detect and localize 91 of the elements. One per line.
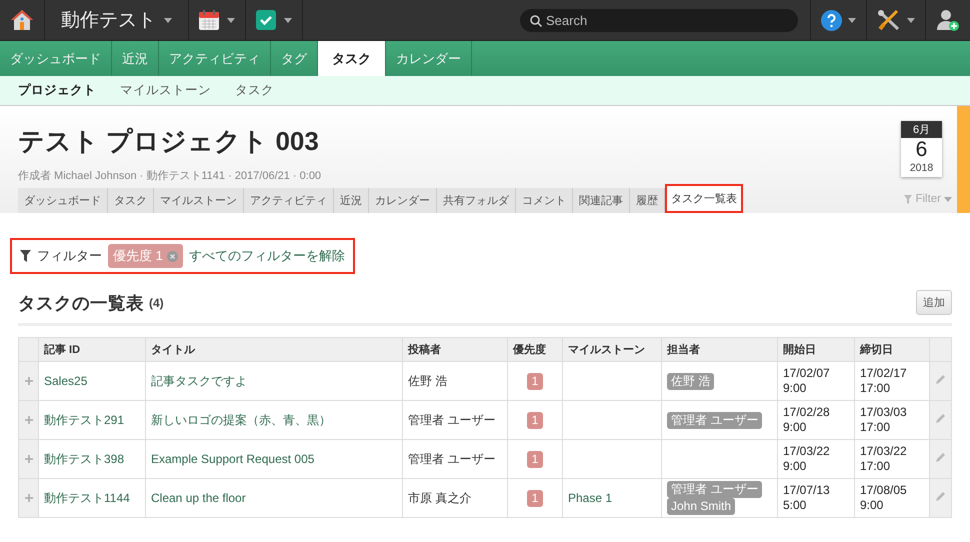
add-user-icon[interactable] — [936, 8, 960, 32]
sub-nav-link[interactable]: マイルストーン — [120, 82, 211, 99]
priority-badge: 1 — [526, 372, 544, 390]
start-date-text: 17/07/13 — [783, 483, 831, 498]
start-date-text: 17/02/28 — [783, 405, 831, 420]
milestone-link[interactable]: Phase 1 — [568, 490, 612, 504]
pencil-icon[interactable] — [935, 374, 946, 384]
calendar-icon[interactable] — [199, 10, 219, 30]
start-date-text: 9:00 — [783, 459, 808, 474]
assignee-tag: John Smith — [667, 498, 736, 515]
nav-tab[interactable]: タスク — [318, 41, 386, 76]
project-tab[interactable]: マイルストーン — [154, 188, 244, 213]
pencil-icon[interactable] — [935, 412, 946, 424]
add-button[interactable]: 追加 — [916, 290, 952, 315]
priority-badge: 1 — [526, 490, 544, 506]
caret-icon — [227, 18, 235, 22]
column-header: マイルストーン — [562, 338, 662, 362]
due-date-text: 17:00 — [860, 381, 892, 396]
checkbox-icon[interactable] — [256, 10, 276, 30]
caret-icon — [164, 18, 172, 22]
search-icon — [530, 14, 542, 26]
date-day: 6 — [901, 138, 942, 162]
plus-icon[interactable] — [24, 494, 32, 502]
caret-icon — [848, 18, 856, 22]
column-header: 優先度 — [508, 338, 562, 362]
sub-nav-link[interactable]: プロジェクト — [18, 82, 96, 99]
search-field[interactable]: Search — [520, 8, 798, 32]
tools-icon[interactable] — [877, 9, 901, 31]
project-tab[interactable]: 履歴 — [630, 188, 665, 213]
task-title-link[interactable]: 記事タスクですよ — [151, 374, 247, 388]
plus-icon[interactable] — [24, 416, 32, 424]
start-date-text: 17/03/22 — [783, 444, 831, 459]
due-date-text: 17/03/22 — [860, 444, 908, 459]
due-date-text: 9:00 — [860, 498, 884, 513]
filter-label: フィルター — [37, 247, 102, 265]
column-header: 開始日 — [778, 338, 854, 362]
column-header: 記事 ID — [38, 338, 146, 362]
project-title: テスト プロジェクト 003 — [18, 125, 319, 158]
due-date-text: 17/03/03 — [860, 405, 908, 420]
project-tab[interactable]: タスク一覧表 — [665, 184, 743, 213]
plus-icon[interactable] — [24, 454, 32, 462]
caret-icon — [284, 18, 292, 22]
funnel-icon — [904, 194, 912, 204]
project-tab[interactable]: コメント — [516, 188, 573, 213]
help-icon[interactable] — [821, 10, 842, 30]
poster-name: 管理者 ユーザー — [408, 412, 496, 426]
project-tab[interactable]: アクティビティ — [244, 188, 334, 213]
priority-badge: 1 — [526, 450, 544, 468]
column-header: 投稿者 — [402, 338, 508, 362]
column-header: 締切日 — [854, 338, 930, 362]
poster-name: 市原 真之介 — [408, 490, 472, 504]
date-year: 2018 — [908, 162, 934, 176]
pencil-icon[interactable] — [935, 452, 946, 462]
clear-filters-link[interactable]: すべてのフィルターを解除 — [188, 247, 345, 265]
caret-icon — [907, 18, 915, 22]
article-id-link[interactable]: Sales25 — [44, 374, 88, 388]
due-date-text: 17/02/17 — [860, 366, 908, 381]
assignee-tag: 管理者 ユーザー — [667, 481, 762, 498]
date-month: 6月 — [901, 121, 942, 138]
column-header: タイトル — [146, 338, 402, 362]
task-count: (4) — [149, 296, 164, 310]
project-tab[interactable]: 関連記事 — [573, 188, 630, 213]
caret-icon — [944, 196, 952, 202]
project-tab[interactable]: タスク — [108, 188, 154, 213]
project-meta: 作成者 Michael Johnson · 動作テスト1141 · 2017/06/21 · 0:00 — [18, 169, 322, 183]
start-date-text: 9:00 — [783, 420, 808, 435]
column-header: 担当者 — [662, 338, 778, 362]
workspace-name[interactable]: 動作テスト — [61, 7, 156, 33]
section-title: タスクの一覧表 — [18, 292, 144, 314]
project-tab[interactable]: カレンダー — [369, 188, 437, 213]
project-tab[interactable]: 共有フォルダ — [437, 188, 516, 213]
poster-name: 管理者 ユーザー — [408, 452, 496, 466]
home-icon[interactable] — [10, 9, 34, 31]
remove-icon[interactable] — [166, 250, 178, 262]
assignee-tag: 佐野 浩 — [667, 372, 714, 390]
project-tab[interactable]: ダッシュボード — [18, 188, 108, 213]
due-date-text: 17:00 — [860, 420, 892, 435]
start-date-text: 17/02/07 — [783, 366, 831, 381]
start-date-text: 5:00 — [783, 498, 808, 513]
project-tab[interactable]: 近況 — [334, 188, 369, 213]
sub-nav-link[interactable]: タスク — [235, 82, 274, 99]
funnel-icon — [20, 250, 31, 262]
plus-icon[interactable] — [24, 376, 32, 384]
start-date-text: 9:00 — [783, 381, 808, 396]
priority-badge: 1 — [526, 412, 544, 428]
task-title-link[interactable]: Clean up the floor — [151, 490, 246, 504]
pencil-icon[interactable] — [935, 490, 946, 502]
due-date-text: 17:00 — [860, 459, 892, 474]
due-date-text: 17/08/05 — [860, 483, 908, 498]
poster-name: 佐野 浩 — [408, 374, 448, 388]
assignee-tag: 管理者 ユーザー — [667, 412, 762, 428]
